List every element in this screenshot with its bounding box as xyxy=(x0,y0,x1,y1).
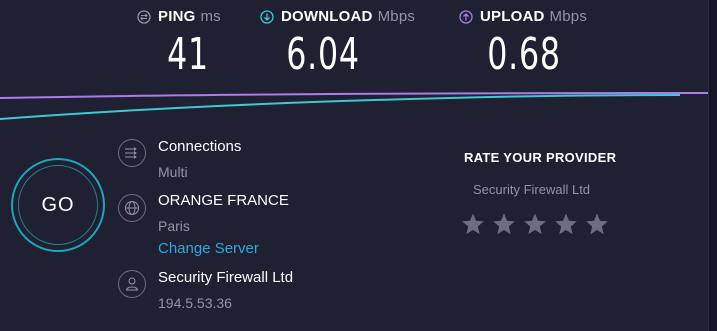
star-icon[interactable] xyxy=(492,212,516,236)
ping-label: PING xyxy=(158,8,196,25)
right-edge-strip xyxy=(709,0,717,331)
download-header: DOWNLOAD Mbps xyxy=(260,8,415,25)
star-icon[interactable] xyxy=(523,212,547,236)
download-metric: DOWNLOAD Mbps 6.04 xyxy=(260,8,415,80)
provider-ip: 194.5.53.36 xyxy=(158,295,232,311)
ping-unit: ms xyxy=(200,8,221,25)
go-button[interactable]: GO xyxy=(11,158,105,252)
speedtest-panel: PING ms 41 DOWNLOAD Mbps 6.04 UPLOAD Mbp… xyxy=(0,0,709,331)
download-value: 6.04 xyxy=(286,29,360,80)
star-icon[interactable] xyxy=(554,212,578,236)
speed-graph xyxy=(0,92,708,120)
server-title: ORANGE FRANCE xyxy=(158,192,289,209)
star-icon[interactable] xyxy=(461,212,485,236)
upload-unit: Mbps xyxy=(549,8,588,25)
ping-icon xyxy=(137,9,151,24)
ping-header: PING ms xyxy=(137,8,221,25)
star-icon[interactable] xyxy=(585,212,609,236)
go-button-label[interactable]: GO xyxy=(18,165,98,245)
connections-title: Connections xyxy=(158,138,242,155)
provider-title: Security Firewall Ltd xyxy=(158,269,294,286)
download-graph-line xyxy=(0,94,681,120)
rate-provider-name: Security Firewall Ltd xyxy=(473,182,591,197)
upload-value: 0.68 xyxy=(487,29,561,80)
rating-stars xyxy=(461,212,609,236)
connections-icon xyxy=(118,139,146,167)
upload-header: UPLOAD Mbps xyxy=(459,8,587,25)
globe-icon xyxy=(118,194,146,222)
upload-label: UPLOAD xyxy=(480,8,545,25)
download-label: DOWNLOAD xyxy=(281,8,373,25)
upload-arrow-icon xyxy=(459,9,473,24)
user-icon xyxy=(118,270,146,298)
server-location: Paris xyxy=(158,218,190,234)
ping-metric: PING ms 41 xyxy=(137,8,221,80)
connections-value: Multi xyxy=(158,164,188,180)
ping-value: 41 xyxy=(167,29,209,80)
download-unit: Mbps xyxy=(377,8,416,25)
rate-provider-title: RATE YOUR PROVIDER xyxy=(464,150,617,165)
download-arrow-icon xyxy=(260,9,274,24)
upload-metric: UPLOAD Mbps 0.68 xyxy=(459,8,587,80)
change-server-link[interactable]: Change Server xyxy=(158,240,259,257)
